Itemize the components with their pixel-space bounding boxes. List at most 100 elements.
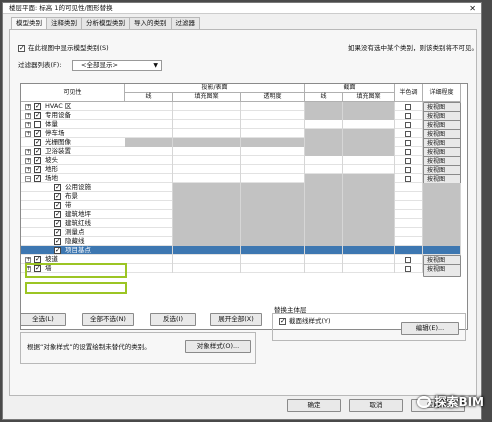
detail-level-value[interactable]: 按视图 [427,131,445,138]
cell-proj-fill[interactable] [173,102,241,111]
cell-proj-line[interactable] [125,120,173,129]
cell-cut-line[interactable] [305,210,343,219]
cell-proj-line[interactable] [125,210,173,219]
detail-level-value[interactable]: 按视图 [427,104,445,111]
row-visibility-checkbox[interactable]: ✓ [54,247,61,254]
cell-transparency[interactable] [241,102,305,111]
cell-cut-line[interactable] [305,156,343,165]
cell-proj-line[interactable] [125,165,173,174]
cell-proj-fill[interactable] [173,111,241,120]
cell-halftone[interactable] [395,255,423,264]
cell-cut-line[interactable] [305,255,343,264]
cell-transparency[interactable] [241,246,305,255]
table-row[interactable]: + 体量 按视图 [21,120,461,133]
detail-level-value[interactable]: 按视图 [427,176,445,183]
cell-cut-line[interactable] [305,111,343,120]
cell-detail[interactable] [423,210,461,219]
table-row[interactable]: + ✓ 地形 按视图 [21,165,461,178]
expand-toggle-icon[interactable]: + [25,113,31,119]
row-visibility-checkbox[interactable]: ✓ [34,166,41,173]
detail-level-value[interactable]: 按视图 [427,113,445,120]
cell-cut-line[interactable] [305,102,343,111]
cell-cut-fill[interactable] [343,165,395,174]
cell-proj-line[interactable] [125,255,173,264]
cell-cut-fill[interactable] [343,246,395,255]
cell-proj-line[interactable] [125,156,173,165]
cell-transparency[interactable] [241,201,305,210]
table-row[interactable]: + ✓ HVAC 区 按视图 [21,102,461,115]
expand-toggle-icon[interactable]: + [25,104,31,110]
cell-transparency[interactable] [241,210,305,219]
halftone-checkbox[interactable] [405,257,411,263]
cell-cut-fill[interactable] [343,174,395,183]
cancel-button[interactable]: 取消 [349,399,403,412]
cell-cut-line[interactable] [305,219,343,228]
halftone-checkbox[interactable] [405,158,411,164]
cell-detail[interactable] [423,201,461,210]
table-row[interactable]: ✓ 项目基点 [21,246,461,255]
cell-proj-line[interactable] [125,219,173,228]
expand-toggle-icon[interactable]: − [25,176,31,182]
cell-detail[interactable]: 按视图 [423,264,461,277]
table-row[interactable]: ✓ 带 [21,201,461,210]
halftone-checkbox[interactable] [405,131,411,137]
cell-proj-line[interactable] [125,138,173,147]
tab-model-categories[interactable]: 模型类别 [11,17,47,29]
cell-cut-line[interactable] [305,120,343,129]
invert-selection-button[interactable]: 反选(I) [150,313,196,326]
cell-transparency[interactable] [241,156,305,165]
tab-imported-categories[interactable]: 导入的类别 [129,17,172,29]
row-visibility-checkbox[interactable]: ✓ [34,139,41,146]
cell-proj-fill[interactable] [173,210,241,219]
row-visibility-checkbox[interactable]: ✓ [54,229,61,236]
cell-proj-line[interactable] [125,192,173,201]
cell-transparency[interactable] [241,120,305,129]
cell-halftone[interactable] [395,147,423,156]
detail-level-value[interactable]: 按视图 [427,158,445,165]
cell-proj-line[interactable] [125,174,173,183]
cell-detail[interactable] [423,228,461,237]
cell-halftone[interactable] [395,129,423,138]
cell-proj-fill[interactable] [173,156,241,165]
cell-halftone[interactable] [395,102,423,111]
cell-proj-line[interactable] [125,237,173,246]
table-row[interactable]: + ✓ 坡头 按视图 [21,156,461,169]
cell-proj-fill[interactable] [173,237,241,246]
tab-annotation-categories[interactable]: 注释类别 [46,17,82,29]
cell-cut-fill[interactable] [343,210,395,219]
cell-detail[interactable] [423,192,461,201]
cell-halftone[interactable] [395,174,423,183]
cell-halftone[interactable] [395,165,423,174]
row-visibility-checkbox[interactable]: ✓ [34,157,41,164]
cell-cut-line[interactable] [305,147,343,156]
cell-halftone[interactable] [395,138,423,147]
ok-button[interactable]: 确定 [287,399,341,412]
tab-analytical-model-categories[interactable]: 分析模型类别 [81,17,130,29]
table-row[interactable]: ✓ 公用设施 [21,183,461,192]
cell-transparency[interactable] [241,111,305,120]
cell-proj-fill[interactable] [173,138,241,147]
cell-cut-line[interactable] [305,192,343,201]
cell-cut-fill[interactable] [343,183,395,192]
cell-proj-fill[interactable] [173,228,241,237]
row-visibility-checkbox[interactable]: ✓ [54,184,61,191]
cell-proj-line[interactable] [125,183,173,192]
cell-cut-fill[interactable] [343,102,395,111]
cell-cut-line[interactable] [305,129,343,138]
halftone-checkbox[interactable] [405,266,411,272]
row-visibility-checkbox[interactable]: ✓ [54,220,61,227]
cell-proj-fill[interactable] [173,165,241,174]
cell-cut-line[interactable] [305,174,343,183]
cell-detail[interactable] [423,246,461,255]
cell-halftone[interactable] [395,219,423,228]
cell-cut-fill[interactable] [343,138,395,147]
cell-proj-fill[interactable] [173,192,241,201]
cell-halftone[interactable] [395,156,423,165]
row-visibility-checkbox[interactable]: ✓ [54,193,61,200]
cell-halftone[interactable] [395,264,423,273]
tab-filters[interactable]: 过滤器 [170,17,200,29]
cell-transparency[interactable] [241,237,305,246]
table-row[interactable]: ✓ 建筑地坪 [21,210,461,219]
col-header-visibility[interactable]: 可见性 [21,84,125,102]
cell-halftone[interactable] [395,120,423,129]
